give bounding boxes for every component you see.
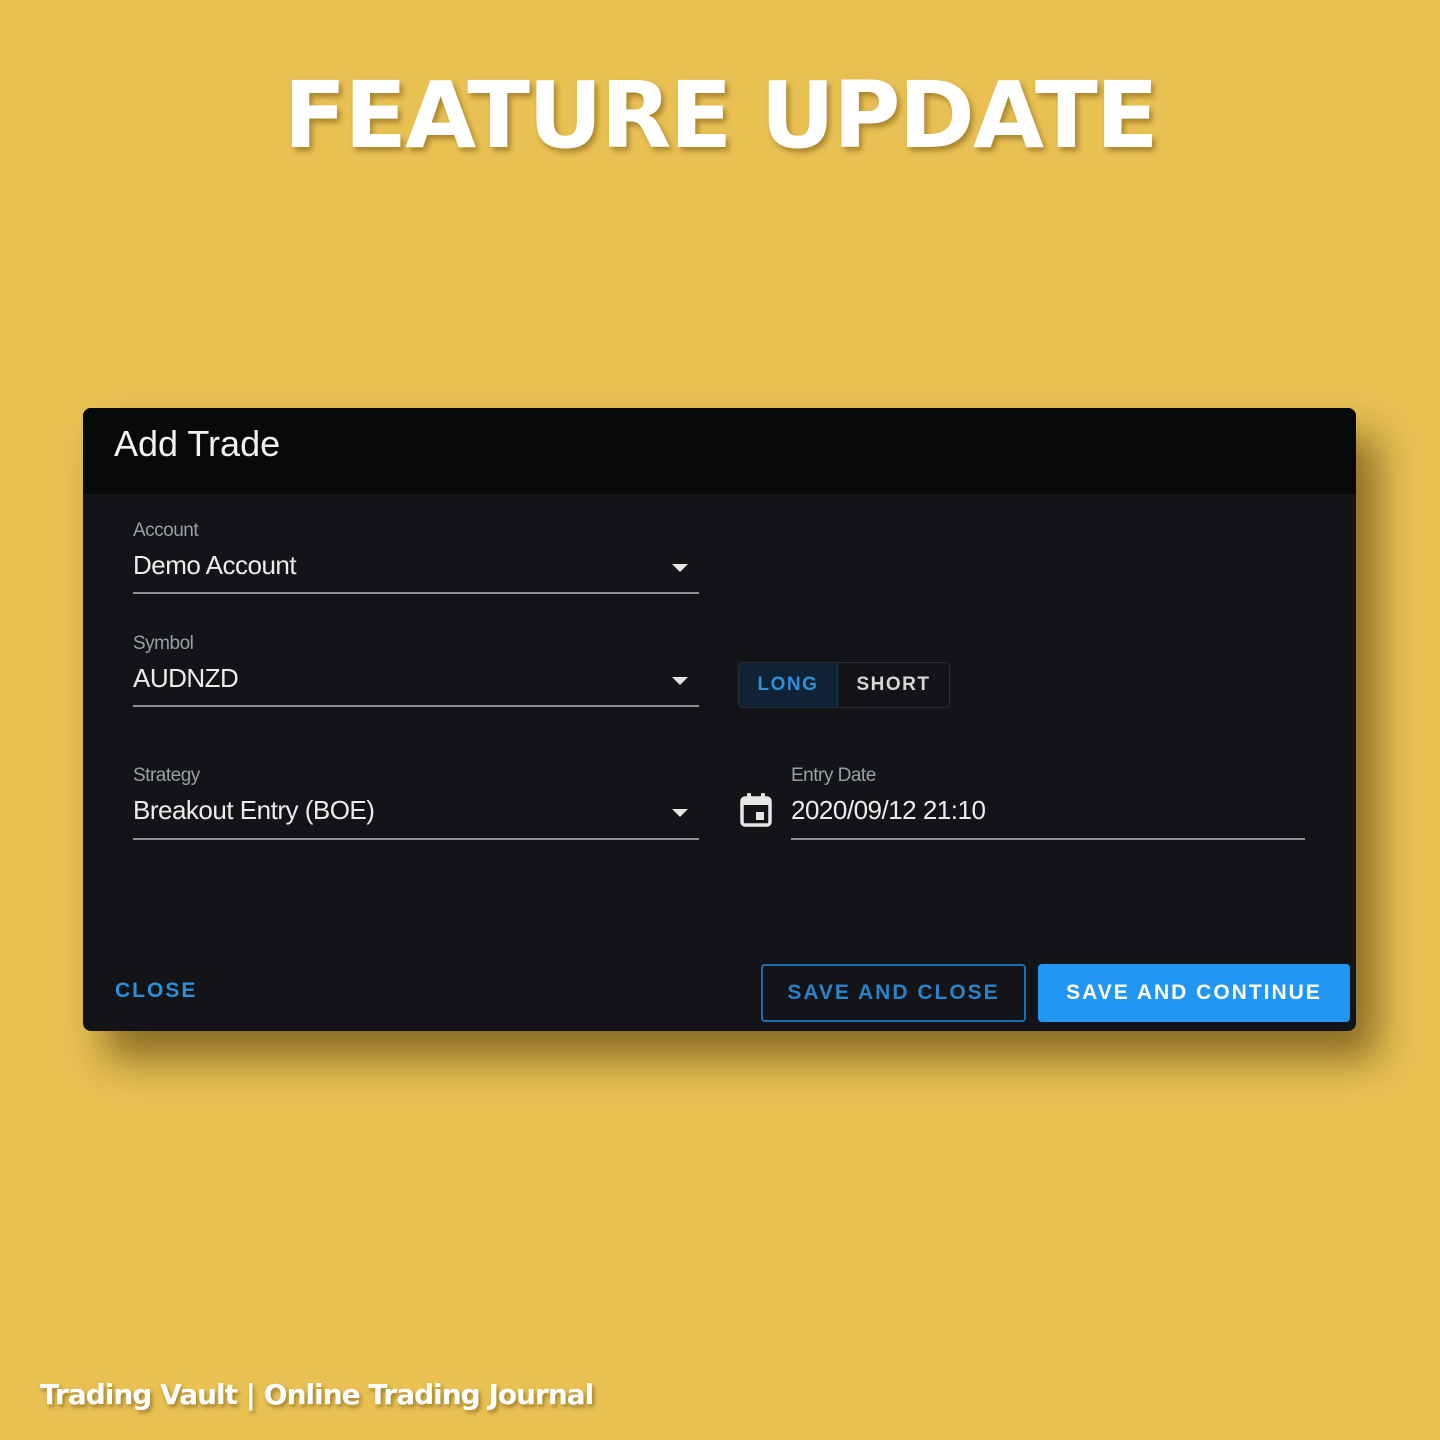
account-value: Demo Account xyxy=(133,550,297,580)
brand-footer: Trading Vault | Online Trading Journal xyxy=(40,1378,594,1411)
symbol-label: Symbol xyxy=(133,633,194,654)
caret-down-icon[interactable] xyxy=(672,564,688,572)
symbol-value: AUDNZD xyxy=(133,663,239,693)
entry-date-label: Entry Date xyxy=(791,765,876,786)
strategy-label: Strategy xyxy=(133,765,200,786)
add-trade-dialog: Add Trade Account Demo Account Symbol AU… xyxy=(83,408,1356,1031)
dialog-title: Add Trade xyxy=(114,423,281,464)
account-label: Account xyxy=(133,520,199,541)
headline: FEATURE UPDATE xyxy=(283,62,1158,169)
entry-date-field[interactable]: Entry Date 2020/09/12 21:10 xyxy=(791,765,1305,840)
strategy-value: Breakout Entry (BOE) xyxy=(133,795,375,825)
save-and-continue-button[interactable]: SAVE AND CONTINUE xyxy=(1038,964,1350,1022)
save-and-close-button[interactable]: SAVE AND CLOSE xyxy=(761,964,1026,1022)
short-toggle-button[interactable]: SHORT xyxy=(838,663,949,707)
account-select[interactable]: Account Demo Account xyxy=(133,520,699,594)
caret-down-icon[interactable] xyxy=(672,677,688,685)
dialog-header: Add Trade xyxy=(83,408,1356,494)
symbol-select[interactable]: Symbol AUDNZD xyxy=(133,633,699,707)
calendar-icon[interactable] xyxy=(739,792,773,828)
entry-date-value: 2020/09/12 21:10 xyxy=(791,795,986,825)
caret-down-icon[interactable] xyxy=(672,809,688,817)
direction-toggle: LONG SHORT xyxy=(738,662,950,708)
long-toggle-button[interactable]: LONG xyxy=(739,663,838,707)
strategy-select[interactable]: Strategy Breakout Entry (BOE) xyxy=(133,765,699,840)
close-button[interactable]: CLOSE xyxy=(115,979,197,1003)
